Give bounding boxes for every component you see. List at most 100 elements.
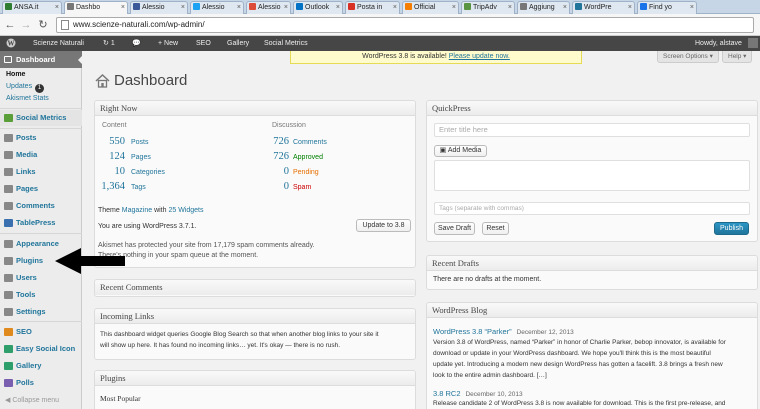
tab-label: Aggiung — [529, 4, 555, 11]
discussion-label[interactable]: Comments — [293, 139, 327, 146]
update-now-link[interactable]: Please update now. — [449, 53, 510, 60]
content-count[interactable]: 10 — [97, 166, 126, 177]
tab-close-icon[interactable]: × — [628, 2, 632, 14]
discussion-count[interactable]: 726 — [261, 136, 289, 147]
sidebar-item-settings[interactable]: Settings — [0, 304, 82, 320]
sidebar-item-polls[interactable]: Polls — [0, 375, 82, 391]
browser-tab[interactable]: TripAdv × — [461, 1, 515, 14]
theme-link[interactable]: Magazine — [122, 207, 152, 214]
add-media-button[interactable]: ▣ Add Media — [434, 145, 487, 157]
sidebar-item-easy-social-icon[interactable]: Easy Social Icon — [0, 341, 82, 357]
sidebar-item-links[interactable]: Links — [0, 164, 82, 180]
tab-close-icon[interactable]: × — [336, 2, 340, 14]
tab-close-icon[interactable]: × — [181, 2, 185, 14]
browser-tab[interactable]: ANSA.it × — [2, 1, 62, 14]
widget-title[interactable]: Recent Comments — [95, 280, 415, 295]
blog-post-1-title[interactable]: WordPress 3.8 “Parker” — [433, 327, 512, 336]
wordpress-logo-icon[interactable]: W — [6, 36, 18, 51]
sidebar-item-dashboard[interactable]: Dashboard — [0, 51, 83, 68]
discussion-label[interactable]: Spam — [293, 184, 311, 191]
discussion-count[interactable]: 726 — [261, 151, 289, 162]
browser-tab[interactable]: Alessio × — [130, 1, 188, 14]
gallery-icon — [4, 362, 13, 370]
tab-close-icon[interactable]: × — [55, 2, 59, 14]
content-count[interactable]: 124 — [97, 151, 125, 162]
quickpress-title-input[interactable]: Enter title here — [434, 123, 750, 137]
tab-close-icon[interactable]: × — [284, 2, 288, 14]
tab-close-icon[interactable]: × — [508, 2, 512, 14]
sidebar-item-tools[interactable]: Tools — [0, 287, 82, 303]
widget-title[interactable]: Plugins — [95, 371, 415, 386]
submenu-akismet-stats[interactable]: Akismet Stats — [6, 95, 49, 102]
discussion-label[interactable]: Pending — [293, 169, 319, 176]
content-label[interactable]: Categories — [131, 169, 165, 176]
adminbar-updates[interactable]: ↻ 1 — [103, 36, 115, 51]
reset-button[interactable]: Reset — [482, 222, 509, 235]
adminbar-site-name[interactable]: Scienze Naturali — [33, 36, 84, 51]
widgets-link[interactable]: 25 Widgets — [168, 207, 203, 214]
adminbar-howdy[interactable]: Howdy, alstave — [695, 36, 742, 51]
browser-tab[interactable]: Find yo × — [637, 1, 697, 14]
browser-tab[interactable]: Outlook × — [293, 1, 343, 14]
blog-post-2-title[interactable]: 3.8 RC2 — [433, 389, 461, 398]
address-field[interactable]: www.scienze-naturali.com/wp-admin/ — [56, 17, 754, 33]
discussion-label[interactable]: Approved — [293, 154, 323, 161]
save-draft-button[interactable]: Save Draft — [434, 222, 475, 235]
adminbar-seo[interactable]: SEO — [196, 36, 211, 51]
comments-bubble-icon[interactable]: 💬 — [132, 36, 141, 51]
back-icon[interactable]: ← — [3, 18, 17, 32]
sidebar-item-gallery[interactable]: Gallery — [0, 358, 82, 374]
content-label[interactable]: Posts — [131, 139, 149, 146]
sidebar-item-comments[interactable]: Comments — [0, 198, 82, 214]
update-to-38-button[interactable]: Update to 3.8 — [356, 219, 411, 232]
browser-tab[interactable]: Posta in × — [345, 1, 400, 14]
sidebar-item-media[interactable]: Media — [0, 147, 82, 163]
browser-tab[interactable]: Dashbo × — [64, 1, 128, 15]
adminbar-social-metrics[interactable]: Social Metrics — [264, 36, 308, 51]
avatar[interactable] — [748, 38, 758, 48]
screen-options-button[interactable]: Screen Options ▾ — [657, 51, 719, 63]
sidebar-item-social-metrics[interactable]: Social Metrics — [0, 110, 82, 126]
quickpress-tags-input[interactable]: Tags (separate with commas) — [434, 202, 750, 215]
tab-close-icon[interactable]: × — [690, 2, 694, 14]
quickpress-content-textarea[interactable] — [434, 160, 750, 191]
tab-close-icon[interactable]: × — [237, 2, 241, 14]
sidebar-item-seo[interactable]: SEO — [0, 324, 82, 340]
forward-icon[interactable]: → — [19, 18, 33, 32]
widget-title[interactable]: Right Now — [95, 101, 415, 116]
widget-title[interactable]: Recent Drafts — [427, 256, 757, 271]
reload-icon[interactable]: ↻ — [36, 18, 50, 32]
tab-favicon-icon — [193, 3, 200, 10]
discussion-count[interactable]: 0 — [261, 166, 289, 177]
adminbar-new[interactable]: + New — [158, 36, 178, 51]
content-label[interactable]: Tags — [131, 184, 146, 191]
tab-close-icon[interactable]: × — [393, 2, 397, 14]
browser-tab[interactable]: WordPre × — [572, 1, 635, 14]
browser-tab[interactable]: Alessio × — [190, 1, 244, 14]
sidebar-item-posts[interactable]: Posts — [0, 130, 82, 146]
dashboard-icon — [4, 56, 12, 63]
discussion-count[interactable]: 0 — [261, 181, 289, 192]
widget-title[interactable]: WordPress Blog — [427, 303, 757, 318]
browser-tab[interactable]: Aggiung × — [517, 1, 570, 14]
tab-close-icon[interactable]: × — [121, 2, 125, 14]
sidebar-item-pages[interactable]: Pages — [0, 181, 82, 197]
content-count[interactable]: 550 — [97, 136, 125, 147]
help-button[interactable]: Help ▾ — [722, 51, 753, 63]
sidebar-item-label: Easy Social Icon — [16, 344, 76, 353]
sidebar-item-tablepress[interactable]: TablePress — [0, 215, 82, 231]
tab-favicon-icon — [464, 3, 471, 10]
collapse-menu[interactable]: ◀ Collapse menu — [5, 396, 59, 404]
widget-title[interactable]: QuickPress — [427, 101, 757, 116]
submenu-home[interactable]: Home — [6, 71, 25, 78]
tab-close-icon[interactable]: × — [452, 2, 456, 14]
content-count[interactable]: 1,364 — [97, 181, 125, 192]
content-label[interactable]: Pages — [131, 154, 151, 161]
publish-button[interactable]: Publish — [714, 222, 749, 235]
browser-tab[interactable]: Official × — [402, 1, 459, 14]
adminbar-gallery[interactable]: Gallery — [227, 36, 249, 51]
tab-close-icon[interactable]: × — [563, 2, 567, 14]
submenu-updates[interactable]: Updates 1 — [6, 83, 45, 93]
browser-tab[interactable]: Alessio × — [246, 1, 291, 14]
widget-title[interactable]: Incoming Links — [95, 309, 415, 324]
